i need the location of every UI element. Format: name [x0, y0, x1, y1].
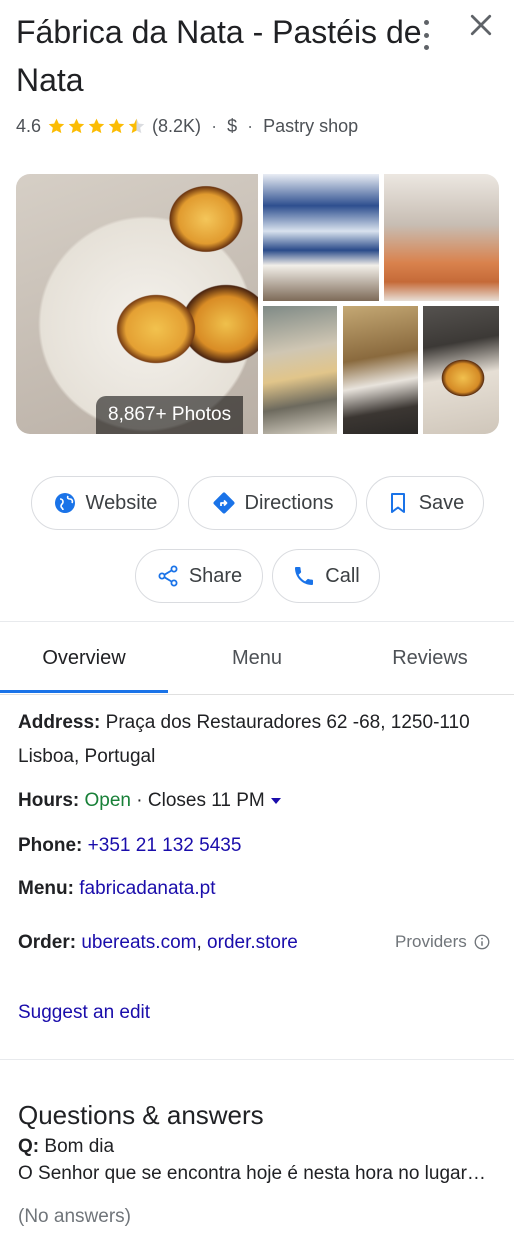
- star-icon: [88, 118, 105, 133]
- qa-question-body[interactable]: O Senhor que se encontra hoje é nesta ho…: [18, 1161, 488, 1187]
- save-button[interactable]: Save: [366, 476, 484, 530]
- review-count[interactable]: (8.2K): [152, 116, 201, 137]
- half-star-icon: [128, 118, 145, 133]
- qa-question: Q: Bom dia: [18, 1134, 114, 1160]
- directions-label: Directions: [244, 491, 334, 514]
- rating-row: 4.6 (8.2K) · $ · Pastry shop: [16, 112, 358, 140]
- order-link-ubereats[interactable]: ubereats.com: [81, 932, 196, 953]
- star-rating: [47, 117, 146, 136]
- info-icon: [474, 934, 490, 950]
- order-row: Order: ubereats.com, order.store: [18, 926, 388, 960]
- directions-button[interactable]: Directions: [188, 476, 357, 530]
- menu-row: Menu: fabricadanata.pt: [18, 872, 498, 906]
- website-label: Website: [85, 491, 158, 514]
- photo-thumbnail[interactable]: [263, 174, 379, 301]
- hours-row: Hours: Open · Closes 11 PM: [18, 784, 498, 818]
- save-label: Save: [418, 491, 465, 514]
- star-icon: [68, 118, 85, 133]
- photo-gallery: 8,867+ Photos: [16, 174, 499, 434]
- order-label: Order:: [18, 932, 77, 953]
- providers-label: Providers: [395, 932, 467, 951]
- menu-label: Menu:: [18, 878, 74, 899]
- chevron-down-icon[interactable]: [270, 797, 281, 804]
- star-icon: [108, 118, 125, 133]
- category: Pastry shop: [263, 115, 359, 136]
- photo-thumbnail[interactable]: [343, 306, 418, 434]
- divider: [0, 1059, 514, 1060]
- phone-icon: [295, 567, 314, 585]
- price-level: $: [227, 115, 238, 136]
- hours-status: Open: [84, 790, 131, 811]
- rating-value: 4.6: [16, 115, 42, 136]
- qa-q-label: Q:: [18, 1136, 40, 1157]
- order-link-store[interactable]: order.store: [207, 932, 298, 953]
- order-comma: ,: [196, 932, 202, 953]
- phone-row: Phone: +351 21 132 5435: [18, 829, 498, 863]
- tab-overview[interactable]: Overview: [0, 622, 168, 694]
- address-row: Address: Praça dos Restauradores 62 -68,…: [18, 706, 498, 774]
- directions-icon: [213, 492, 235, 514]
- call-label: Call: [325, 564, 360, 587]
- photo-count-badge[interactable]: 8,867+ Photos: [96, 396, 244, 434]
- place-title: Fábrica da Nata - Pastéis de Nata: [16, 14, 422, 98]
- globe-icon: [54, 493, 75, 513]
- call-button[interactable]: Call: [272, 549, 380, 603]
- active-tab-indicator: [0, 690, 168, 693]
- separator: ·: [211, 115, 218, 136]
- share-icon: [158, 565, 178, 587]
- close-icon[interactable]: [466, 10, 496, 40]
- qa-no-answers: (No answers): [18, 1206, 131, 1227]
- tab-bar: Overview Menu Reviews: [0, 622, 514, 695]
- hours-separator: ·: [136, 790, 143, 811]
- tab-reviews[interactable]: Reviews: [346, 622, 514, 694]
- bookmark-icon: [390, 493, 405, 513]
- suggest-edit-link[interactable]: Suggest an edit: [18, 1000, 150, 1026]
- address-label: Address:: [18, 712, 101, 733]
- qa-title: Questions & answers: [18, 1100, 264, 1130]
- phone-link[interactable]: +351 21 132 5435: [88, 835, 242, 856]
- separator: ·: [247, 115, 254, 136]
- phone-label: Phone:: [18, 835, 83, 856]
- star-icon: [48, 118, 65, 133]
- photo-thumbnail[interactable]: [423, 306, 499, 434]
- qa-question-text: Bom dia: [44, 1136, 115, 1157]
- main-photo[interactable]: 8,867+ Photos: [16, 174, 258, 434]
- website-button[interactable]: Website: [31, 476, 179, 530]
- tab-menu[interactable]: Menu: [172, 622, 342, 694]
- hours-close: Closes 11 PM: [147, 790, 265, 811]
- share-button[interactable]: Share: [135, 549, 263, 603]
- more-options-icon[interactable]: [418, 20, 434, 50]
- hours-label: Hours:: [18, 790, 80, 811]
- providers-button[interactable]: Providers: [395, 932, 491, 952]
- share-label: Share: [188, 564, 243, 587]
- menu-link[interactable]: fabricadanata.pt: [79, 878, 215, 899]
- photo-thumbnail[interactable]: [263, 306, 337, 434]
- photo-thumbnail[interactable]: [384, 174, 499, 301]
